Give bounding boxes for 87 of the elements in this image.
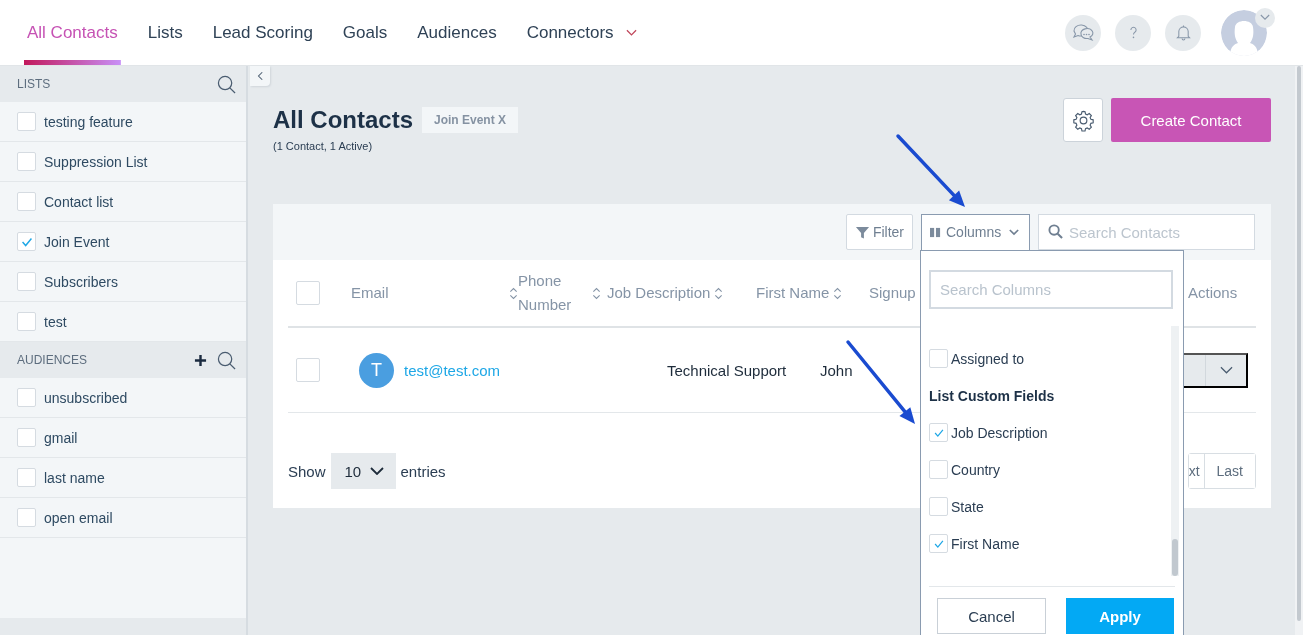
account-menu-button[interactable] [1255,7,1275,28]
checkbox[interactable] [929,423,948,442]
create-contact-button[interactable]: Create Contact [1111,98,1271,142]
checkbox[interactable] [17,388,36,407]
notifications-button[interactable] [1165,14,1201,51]
settings-button[interactable] [1063,98,1103,142]
checkbox[interactable] [929,497,948,516]
table-cell: John [820,361,853,379]
nav-tab[interactable]: Goals [339,0,391,65]
checkbox[interactable] [17,468,36,487]
avatar-icon [1221,9,1267,56]
column-option[interactable]: Country [951,461,1001,478]
columns-button[interactable]: Columns [921,214,1030,251]
checkbox[interactable] [296,358,320,382]
chevron-left-icon [257,71,263,81]
bell-icon [1175,24,1191,41]
list-name[interactable]: Subscribers [44,273,118,290]
cancel-button[interactable]: Cancel [937,598,1046,634]
search-icon [217,350,236,370]
list-name[interactable]: Join Event [44,233,110,250]
search-button[interactable] [217,350,236,370]
nav-tab[interactable]: Lists [144,0,186,65]
checkbox[interactable] [17,312,36,331]
list-name[interactable]: unsubscribed [44,389,128,406]
chat-bubbles-icon [1072,22,1094,43]
column-option[interactable]: First Name [951,535,1020,552]
help-button[interactable] [1115,14,1151,51]
settings-icon [1071,108,1095,132]
group-heading: List Custom Fields [929,386,1056,406]
messages-button[interactable] [1065,14,1101,51]
checkbox[interactable] [929,534,948,553]
chevron-down-icon [625,28,637,37]
list-name[interactable]: testing feature [44,113,133,130]
section-heading: LISTS [17,77,52,91]
checkbox[interactable] [929,460,948,479]
add-button[interactable] [194,353,207,367]
contact-avatar: T [359,352,394,388]
checkbox[interactable] [929,349,948,368]
checkbox[interactable] [17,152,36,171]
checkbox[interactable] [17,428,36,447]
search-button[interactable] [217,74,236,94]
list-name[interactable]: last name [44,469,105,486]
search-icon [217,74,236,94]
column-option[interactable]: State [951,498,984,515]
chevron-down-icon [1009,229,1020,236]
list-name[interactable]: open email [44,509,113,526]
pagination-button[interactable]: Last [1203,454,1255,488]
chevron-down-icon [1219,366,1233,374]
checkbox[interactable] [17,112,36,131]
entries-label: entries [400,462,446,480]
contact-count: (1 Contact, 1 Active) [273,140,374,152]
page-title: All Contacts [273,106,413,134]
list-name[interactable]: gmail [44,429,78,446]
search-field[interactable]: Search Columns [929,270,1173,309]
list-name[interactable]: test [44,313,67,330]
chevron-down-icon [369,467,384,475]
checkbox[interactable] [17,508,36,527]
list-name[interactable]: Suppression List [44,153,148,170]
page-size-select[interactable]: 10 [330,453,396,489]
list-name[interactable]: Contact list [44,193,114,210]
sort-icon [714,286,724,300]
checkbox[interactable] [17,192,36,211]
nav-tab[interactable]: Connectors [523,0,640,65]
column-option[interactable]: Assigned to [951,350,1025,367]
sort-icon [592,286,601,300]
page-scrollbar[interactable] [1295,66,1303,635]
filter-button[interactable]: Filter [845,214,913,250]
show-label: Show [288,462,326,480]
sort-icon [833,286,843,300]
collapse-button[interactable] [250,66,270,86]
search-field[interactable]: Search Contacts [1038,214,1255,250]
nav-tab[interactable]: Lead Scoring [209,0,316,65]
search-icon [1048,224,1063,239]
funnel-icon [854,224,870,240]
plus-icon [194,353,207,367]
columns-icon [930,227,941,238]
scrollbar[interactable] [1171,326,1179,576]
checkbox[interactable] [17,272,36,291]
question-mark-icon [1128,25,1138,40]
checkbox[interactable] [296,281,320,305]
sort-icon [509,286,518,300]
column-option[interactable]: Job Description [951,424,1048,441]
section-heading: AUDIENCES [17,353,88,367]
checkbox[interactable] [17,232,36,251]
chevron-down-icon [1260,14,1270,21]
table-cell-text: Technical Support [667,361,788,379]
nav-tab[interactable]: Audiences [414,0,500,65]
